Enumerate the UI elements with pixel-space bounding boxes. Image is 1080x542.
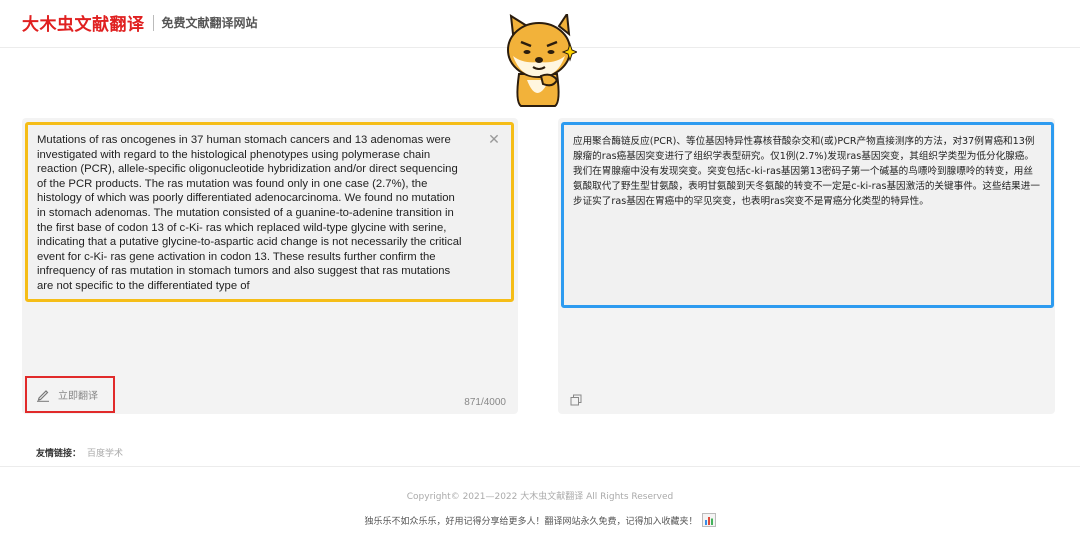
brand-subtitle: 免费文献翻译网站 [161,16,258,30]
pencil-icon [37,389,49,402]
brand-divider [152,14,154,31]
friend-links-label: 友情链接： [36,449,82,459]
translate-now-label: 立即翻译 [58,391,98,402]
source-text[interactable]: Mutations of ras oncogenes in 37 human s… [37,133,469,294]
shiba-dog-mascot-icon [507,14,577,107]
friend-links: 友情链接： 百度学术 [36,446,123,459]
translate-now-button[interactable]: 立即翻译 [25,376,115,413]
brand[interactable]: 大木虫文献翻译 免费文献翻译网站 [22,10,258,35]
source-textarea[interactable]: Mutations of ras oncogenes in 37 human s… [25,122,514,302]
copyright: Copyright© 2021—2022 大木虫文献翻译 All Rights … [406,492,674,502]
chart-icon[interactable] [701,513,716,527]
friend-link-baidu-scholar[interactable]: 百度学术 [87,446,123,459]
copy-icon[interactable] [570,394,582,406]
footer-divider [0,466,1080,467]
close-icon[interactable]: ✕ [487,133,501,147]
translation-text[interactable]: 应用聚合酶链反应(PCR)、等位基因特异性寡核苷酸杂交和(或)PCR产物直接测序… [573,134,1042,209]
slogan-text: 独乐乐不如众乐乐，好用记得分享给更多人！翻译网站永久免费，记得加入收藏夹！ [364,516,698,527]
brand-logo[interactable]: 大木虫文献翻译 [22,10,145,35]
char-counter: 871/4000 [464,397,506,408]
source-panel: Mutations of ras oncogenes in 37 human s… [22,118,518,414]
footer-slogan: 独乐乐不如众乐乐，好用记得分享给更多人！翻译网站永久免费，记得加入收藏夹！ [0,513,1080,527]
target-panel: 应用聚合酶链反应(PCR)、等位基因特异性寡核苷酸杂交和(或)PCR产物直接测序… [558,118,1055,414]
translation-output[interactable]: 应用聚合酶链反应(PCR)、等位基因特异性寡核苷酸杂交和(或)PCR产物直接测序… [561,122,1054,308]
